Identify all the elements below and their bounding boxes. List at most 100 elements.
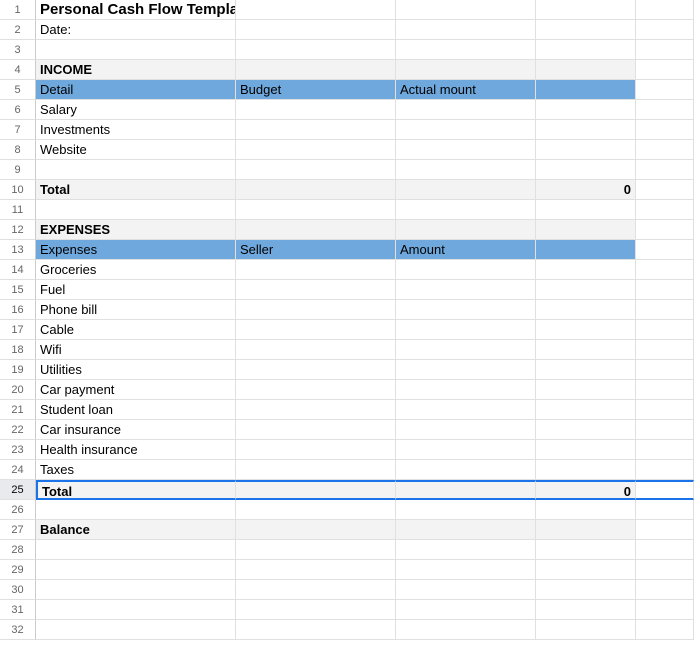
cell[interactable] (536, 120, 636, 140)
cell[interactable] (396, 520, 536, 540)
cell[interactable] (396, 420, 536, 440)
expenses-col-name[interactable]: Expenses (36, 240, 236, 260)
cell[interactable] (536, 160, 636, 180)
cell[interactable] (536, 500, 636, 520)
cell[interactable] (636, 260, 694, 280)
cell[interactable] (636, 400, 694, 420)
row-header[interactable]: 20 (0, 380, 36, 400)
cell[interactable] (536, 440, 636, 460)
cell[interactable] (636, 560, 694, 580)
cell[interactable] (536, 520, 636, 540)
cell[interactable] (536, 380, 636, 400)
cell[interactable] (536, 100, 636, 120)
cell[interactable] (236, 400, 396, 420)
cell[interactable] (236, 560, 396, 580)
cell[interactable] (236, 500, 396, 520)
cell[interactable] (536, 0, 636, 20)
cell[interactable] (636, 220, 694, 240)
cell[interactable] (396, 620, 536, 640)
row-header[interactable]: 28 (0, 540, 36, 560)
cell[interactable] (636, 440, 694, 460)
cell[interactable] (396, 580, 536, 600)
cell[interactable] (536, 140, 636, 160)
income-item[interactable]: Website (36, 140, 236, 160)
expense-item[interactable]: Student loan (36, 400, 236, 420)
cell[interactable] (236, 620, 396, 640)
cell[interactable] (636, 40, 694, 60)
cell[interactable] (236, 100, 396, 120)
row-header[interactable]: 5 (0, 80, 36, 100)
income-col-budget[interactable]: Budget (236, 80, 396, 100)
cell[interactable] (636, 140, 694, 160)
row-header[interactable]: 30 (0, 580, 36, 600)
cell[interactable] (636, 580, 694, 600)
expense-item[interactable]: Fuel (36, 280, 236, 300)
row-header-selected[interactable]: 25 (0, 480, 36, 500)
cell[interactable] (236, 0, 396, 20)
cell[interactable] (396, 440, 536, 460)
cell[interactable] (236, 520, 396, 540)
row-header[interactable]: 17 (0, 320, 36, 340)
cell[interactable] (636, 20, 694, 40)
cell[interactable] (636, 200, 694, 220)
cell[interactable] (236, 600, 396, 620)
cell[interactable] (236, 320, 396, 340)
row-header[interactable]: 24 (0, 460, 36, 480)
cell[interactable] (636, 460, 694, 480)
cell[interactable] (536, 600, 636, 620)
row-header[interactable]: 8 (0, 140, 36, 160)
row-header[interactable]: 22 (0, 420, 36, 440)
cell[interactable] (236, 340, 396, 360)
cell[interactable] (236, 200, 396, 220)
row-header[interactable]: 10 (0, 180, 36, 200)
cell[interactable] (536, 240, 636, 260)
cell[interactable] (396, 600, 536, 620)
expenses-col-amount[interactable]: Amount (396, 240, 536, 260)
cell[interactable] (536, 60, 636, 80)
cell[interactable] (36, 580, 236, 600)
cell[interactable] (396, 260, 536, 280)
expense-item[interactable]: Cable (36, 320, 236, 340)
row-header[interactable]: 15 (0, 280, 36, 300)
cell[interactable] (236, 460, 396, 480)
expense-item[interactable]: Car insurance (36, 420, 236, 440)
cell[interactable] (536, 320, 636, 340)
cell[interactable] (236, 160, 396, 180)
cell[interactable] (236, 440, 396, 460)
balance-label[interactable]: Balance (36, 520, 236, 540)
cell[interactable] (636, 540, 694, 560)
cell[interactable] (236, 20, 396, 40)
cell[interactable] (636, 100, 694, 120)
cell[interactable] (536, 420, 636, 440)
spreadsheet-grid[interactable]: 1 Personal Cash Flow Template 2 Date: 3 … (0, 0, 694, 640)
cell[interactable] (636, 600, 694, 620)
row-header[interactable]: 11 (0, 200, 36, 220)
cell[interactable] (396, 220, 536, 240)
cell[interactable] (396, 40, 536, 60)
cell[interactable] (536, 220, 636, 240)
row-header[interactable]: 13 (0, 240, 36, 260)
row-header[interactable]: 7 (0, 120, 36, 140)
row-header[interactable]: 16 (0, 300, 36, 320)
cell[interactable] (536, 620, 636, 640)
cell[interactable] (636, 480, 694, 500)
cell[interactable] (36, 560, 236, 580)
income-col-actual[interactable]: Actual mount (396, 80, 536, 100)
cell[interactable] (236, 280, 396, 300)
cell[interactable] (396, 20, 536, 40)
cell[interactable] (236, 40, 396, 60)
row-header[interactable]: 31 (0, 600, 36, 620)
cell[interactable] (236, 220, 396, 240)
cell[interactable] (536, 580, 636, 600)
cell[interactable] (36, 540, 236, 560)
row-header[interactable]: 9 (0, 160, 36, 180)
cell[interactable] (636, 620, 694, 640)
expenses-heading[interactable]: EXPENSES (36, 220, 236, 240)
cell[interactable] (536, 300, 636, 320)
cell[interactable] (236, 380, 396, 400)
cell[interactable] (236, 60, 396, 80)
income-item[interactable]: Salary (36, 100, 236, 120)
cell[interactable] (536, 280, 636, 300)
cell[interactable] (396, 540, 536, 560)
cell[interactable] (536, 20, 636, 40)
